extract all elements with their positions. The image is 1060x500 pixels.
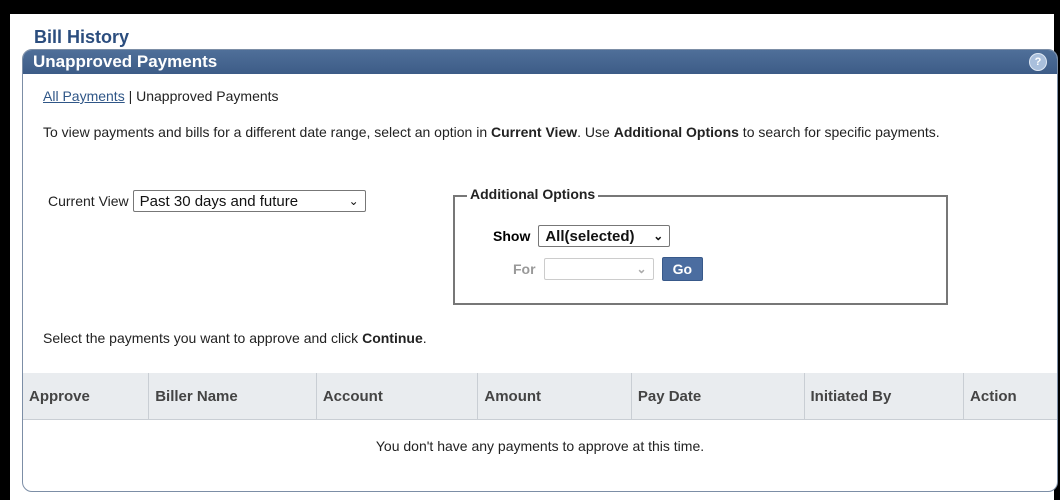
show-row: Show All(selected) ⌄ <box>493 225 671 247</box>
all-payments-link[interactable]: All Payments <box>43 88 125 104</box>
additional-options-legend: Additional Options <box>467 186 599 202</box>
panel-title: Unapproved Payments <box>33 52 218 71</box>
chevron-down-icon: ⌄ <box>636 262 647 276</box>
instructions-current-view: Current View <box>491 124 578 140</box>
current-view-row: Current View Past 30 days and future ⌄ <box>48 190 366 212</box>
instructions-text: To view payments and bills for a differe… <box>43 124 1033 141</box>
for-label: For <box>513 261 536 277</box>
panel-header: Unapproved Payments ? <box>23 50 1057 74</box>
for-select[interactable]: ⌄ <box>543 258 654 280</box>
prompt-end: . <box>422 330 427 346</box>
instructions-additional-options: Additional Options <box>613 124 739 140</box>
show-value: All(selected) <box>545 227 635 245</box>
link-separator: | <box>128 88 133 104</box>
empty-message: You don't have any payments to approve a… <box>375 438 705 454</box>
header-amount[interactable]: Amount <box>477 373 632 420</box>
header-action[interactable]: Action <box>963 373 1057 420</box>
current-link-label: Unapproved Payments <box>136 88 279 104</box>
approve-prompt: Select the payments you want to approve … <box>43 330 427 346</box>
current-view-value: Past 30 days and future <box>139 192 299 210</box>
show-label: Show <box>493 228 531 244</box>
header-initiated-by[interactable]: Initiated By <box>803 373 964 420</box>
go-button[interactable]: Go <box>661 257 704 281</box>
header-biller-name[interactable]: Biller Name <box>148 373 317 420</box>
current-view-label: Current View <box>48 193 129 209</box>
prompt-continue: Continue <box>362 330 423 346</box>
instructions-part3: to search for specific payments. <box>738 124 940 140</box>
table-header-row: Approve Biller Name Account Amount Pay D… <box>23 373 1057 420</box>
header-account[interactable]: Account <box>315 373 478 420</box>
chevron-down-icon: ⌄ <box>653 229 664 243</box>
payment-links: All Payments | Unapproved Payments <box>43 88 279 104</box>
payments-table: Approve Biller Name Account Amount Pay D… <box>23 373 1057 420</box>
header-pay-date[interactable]: Pay Date <box>630 373 805 420</box>
instructions-part2: . Use <box>577 124 614 140</box>
prompt-text: Select the payments you want to approve … <box>43 330 363 346</box>
header-approve[interactable]: Approve <box>23 373 149 420</box>
unapproved-payments-panel: Unapproved Payments ? All Payments | Una… <box>22 49 1058 492</box>
instructions-part1: To view payments and bills for a differe… <box>43 124 492 140</box>
page-title: Bill History <box>34 27 130 47</box>
page-frame: Bill History Unapproved Payments ? All P… <box>10 14 1058 500</box>
chevron-down-icon: ⌄ <box>348 194 359 208</box>
current-view-select[interactable]: Past 30 days and future ⌄ <box>132 190 366 212</box>
show-select[interactable]: All(selected) ⌄ <box>538 225 671 247</box>
for-row: For ⌄ Go <box>513 257 704 281</box>
additional-options-group: Additional Options Show All(selected) ⌄ … <box>453 186 948 305</box>
help-icon[interactable]: ? <box>1029 53 1047 71</box>
